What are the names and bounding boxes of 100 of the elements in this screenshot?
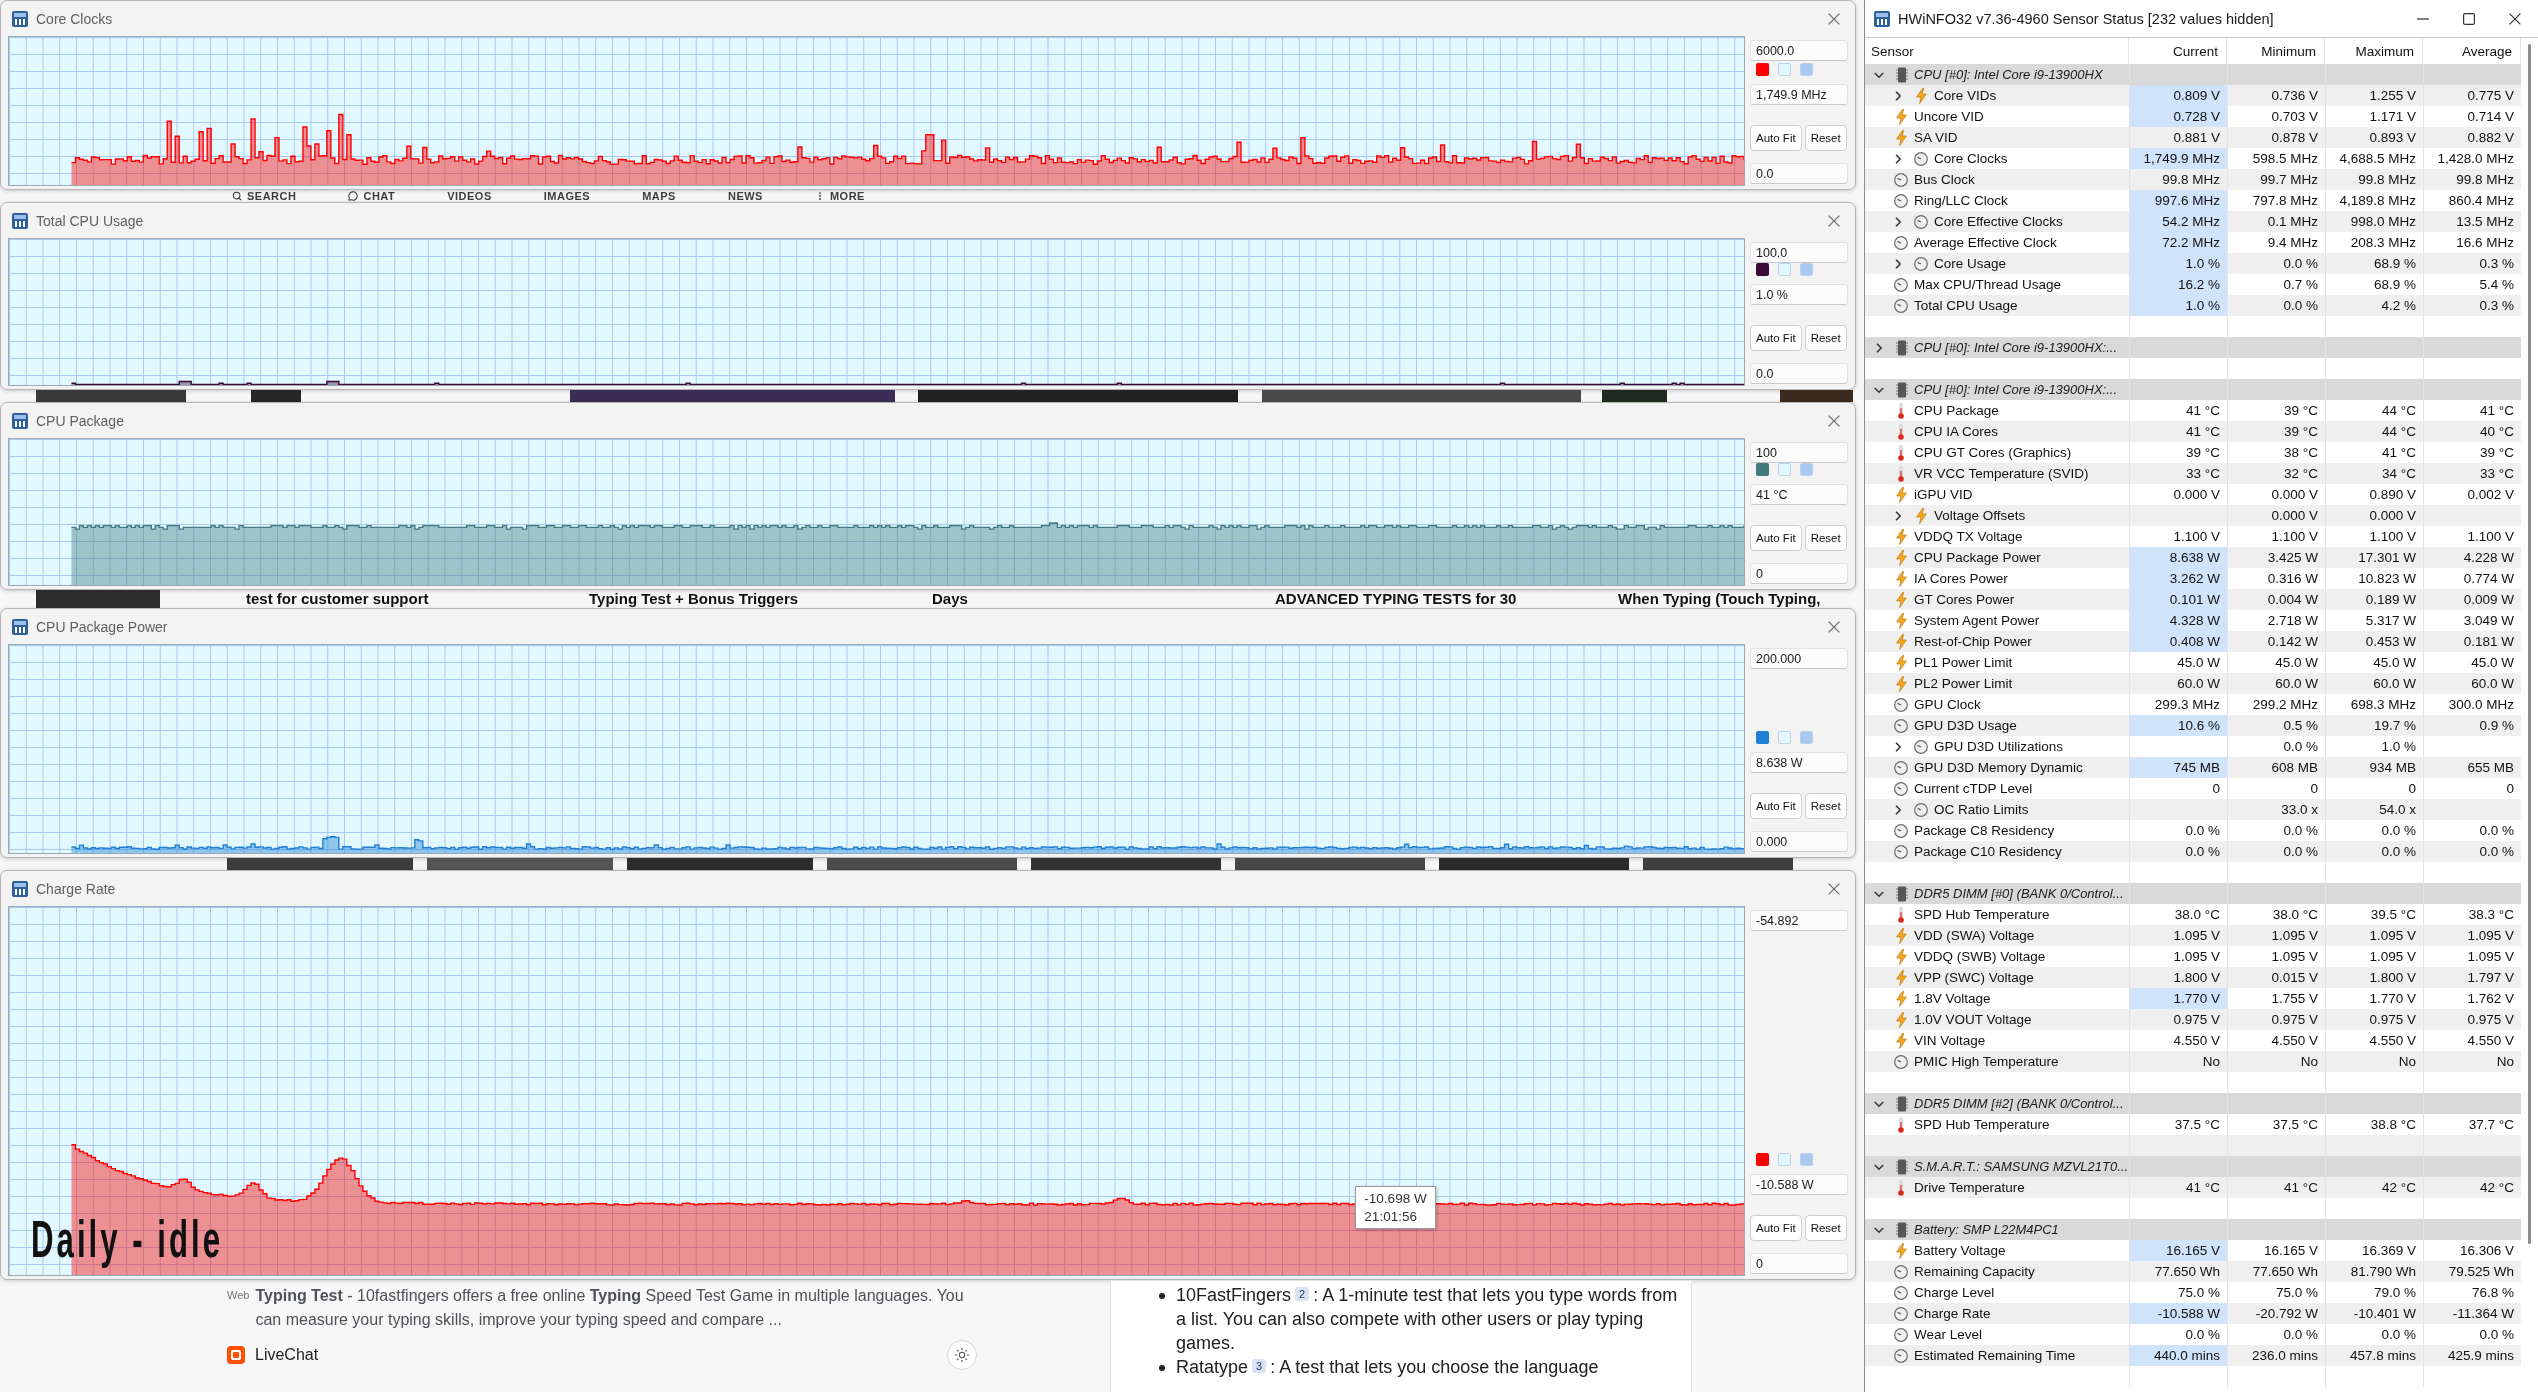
nav-tab[interactable]: MAPS bbox=[642, 190, 676, 202]
video-title[interactable]: ADVANCED TYPING TESTS for 30 bbox=[1275, 590, 1517, 608]
sensor-row[interactable]: Remaining Capacity 77.650 Wh 77.650 Wh 81.790 Wh 79.525 Wh bbox=[1865, 1261, 2521, 1282]
sensor-group-row[interactable]: CPU [#0]: Intel Core i9-13900HX:... bbox=[1865, 379, 2521, 400]
color-swatch-icon[interactable] bbox=[1800, 1153, 1813, 1166]
reset-button[interactable]: Reset bbox=[1804, 793, 1847, 819]
sensor-group-row[interactable]: CPU [#0]: Intel Core i9-13900HX:... bbox=[1865, 337, 2521, 358]
sensor-group-row[interactable]: CPU [#0]: Intel Core i9-13900HX bbox=[1865, 64, 2521, 85]
sensor-row[interactable]: Drive Temperature 41 °C 41 °C 42 °C 42 °C bbox=[1865, 1177, 2521, 1198]
sensor-row[interactable]: 1.0V VOUT Voltage 0.975 V 0.975 V 0.975 V 0.975 V bbox=[1865, 1009, 2521, 1030]
sensor-row[interactable]: Bus Clock 99.8 MHz 99.7 MHz 99.8 MHz 99.8 MHz bbox=[1865, 169, 2521, 190]
scale-max-field[interactable]: -54.892 bbox=[1750, 910, 1848, 931]
site-name-link[interactable]: LiveChat bbox=[255, 1346, 319, 1364]
reset-button[interactable]: Reset bbox=[1804, 1215, 1847, 1241]
sensor-row[interactable]: VDD (SWA) Voltage 1.095 V 1.095 V 1.095 V 1.095 V bbox=[1865, 925, 2521, 946]
video-title[interactable]: Days bbox=[932, 590, 968, 608]
scale-min-field[interactable]: 0.0 bbox=[1750, 363, 1848, 384]
sensor-row[interactable]: GPU D3D Usage 10.6 % 0.5 % 19.7 % 0.9 % bbox=[1865, 715, 2521, 736]
reset-button[interactable]: Reset bbox=[1804, 525, 1847, 551]
citation-badge[interactable]: 3 bbox=[1252, 1359, 1267, 1373]
close-icon bbox=[1828, 620, 1840, 633]
color-swatch-icon[interactable] bbox=[1756, 263, 1769, 276]
color-swatch-icon[interactable] bbox=[1778, 1153, 1791, 1166]
color-swatch-icon[interactable] bbox=[1800, 263, 1813, 276]
chevron-right-icon[interactable] bbox=[1874, 342, 1884, 353]
sensor-name: Package C8 Residency bbox=[1914, 823, 2055, 838]
color-swatch-icon[interactable] bbox=[1756, 1153, 1769, 1166]
sensor-row[interactable]: Core VIDs 0.809 V 0.736 V 1.255 V 0.775 V bbox=[1865, 85, 2521, 106]
video-title[interactable]: test for customer support bbox=[246, 590, 429, 608]
color-swatch-icon[interactable] bbox=[1800, 463, 1813, 476]
reset-button[interactable]: Reset bbox=[1804, 125, 1847, 151]
sensor-row[interactable]: GT Cores Power 0.101 W 0.004 W 0.189 W 0.009 W bbox=[1865, 589, 2521, 610]
scale-min-field[interactable]: 0.0 bbox=[1750, 163, 1848, 184]
chevron-right-icon[interactable] bbox=[1893, 90, 1903, 101]
sensor-row[interactable]: Estimated Remaining Time 440.0 mins 236.0 mins 457.8 mins 425.9 mins bbox=[1865, 1345, 2521, 1366]
sensor-row[interactable]: Charge Rate -10.588 W -20.792 W -10.401 W -11.364 W bbox=[1865, 1303, 2521, 1324]
scale-max-field[interactable]: 200.000 bbox=[1750, 648, 1848, 669]
sensor-name: VDD (SWA) Voltage bbox=[1914, 928, 2035, 943]
lightning-bolt-icon bbox=[1895, 948, 1907, 965]
sensor-row[interactable]: SA VID 0.881 V 0.878 V 0.893 V 0.882 V bbox=[1865, 127, 2521, 148]
citation-badge[interactable]: 2 bbox=[1295, 1287, 1310, 1301]
scale-min-field[interactable]: 0 bbox=[1750, 563, 1848, 584]
clock-icon bbox=[1894, 277, 1908, 292]
video-title[interactable]: Typing Test + Bonus Triggers bbox=[589, 590, 799, 608]
color-swatch-icon[interactable] bbox=[1756, 463, 1769, 476]
color-swatch-icon[interactable] bbox=[1800, 63, 1813, 76]
sensor-group-row[interactable]: DDR5 DIMM [#0] (BANK 0/Control... bbox=[1865, 883, 2521, 904]
chevron-right-icon[interactable] bbox=[1893, 258, 1903, 269]
color-swatch-icon[interactable] bbox=[1756, 63, 1769, 76]
sensor-row[interactable]: Voltage Offsets 0.000 V 0.000 V bbox=[1865, 505, 2521, 526]
sensor-group-row[interactable]: Battery: SMP L22M4PC1 bbox=[1865, 1219, 2521, 1240]
sensor-row[interactable]: Package C10 Residency 0.0 % 0.0 % 0.0 % 0.0 % bbox=[1865, 841, 2521, 862]
chevron-right-icon[interactable] bbox=[1893, 216, 1903, 227]
sensor-row[interactable]: VPP (SWC) Voltage 1.800 V 0.015 V 1.800 V 1.797 V bbox=[1865, 967, 2521, 988]
color-swatch-icon[interactable] bbox=[1800, 731, 1813, 744]
theme-toggle-button[interactable] bbox=[947, 1340, 977, 1370]
sensor-row[interactable]: PMIC High Temperature No No No No bbox=[1865, 1051, 2521, 1072]
sensor-group-row[interactable]: DDR5 DIMM [#2] (BANK 0/Control... bbox=[1865, 1093, 2521, 1114]
scale-max-field[interactable]: 100.0 bbox=[1750, 242, 1848, 263]
color-swatch-icon[interactable] bbox=[1778, 463, 1791, 476]
sensor-row[interactable]: Rest-of-Chip Power 0.408 W 0.142 W 0.453 W 0.181 W bbox=[1865, 631, 2521, 652]
color-swatch-icon[interactable] bbox=[1778, 263, 1791, 276]
auto-fit-button[interactable]: Auto Fit bbox=[1750, 125, 1802, 151]
sensor-row[interactable]: CPU Package Power 8.638 W 3.425 W 17.301 W 4.228 W bbox=[1865, 547, 2521, 568]
sensor-row[interactable]: Core Usage 1.0 % 0.0 % 68.9 % 0.3 % bbox=[1865, 253, 2521, 274]
chevron-right-icon[interactable] bbox=[1893, 510, 1903, 521]
color-swatch-icon[interactable] bbox=[1778, 63, 1791, 76]
nav-tab[interactable]: MORE bbox=[814, 190, 865, 202]
scale-min-field[interactable]: 0.000 bbox=[1750, 831, 1848, 852]
color-swatch-icon[interactable] bbox=[1778, 731, 1791, 744]
nav-tab[interactable]: NEWS bbox=[727, 190, 763, 202]
chevron-right-icon[interactable] bbox=[1893, 804, 1903, 815]
sensor-name: Estimated Remaining Time bbox=[1914, 1348, 2076, 1363]
lightning-bolt-icon bbox=[1895, 633, 1907, 650]
sensor-row[interactable]: CPU IA Cores 41 °C 39 °C 44 °C 40 °C bbox=[1865, 421, 2521, 442]
sensor-row[interactable]: GPU D3D Memory Dynamic 745 MB 608 MB 934 MB 655 MB bbox=[1865, 757, 2521, 778]
nav-tab[interactable]: CHAT bbox=[348, 190, 396, 202]
sensor-row[interactable]: Core Effective Clocks 54.2 MHz 0.1 MHz 998.0 MHz 13.5 MHz bbox=[1865, 211, 2521, 232]
scale-min-field[interactable]: 0 bbox=[1750, 1253, 1848, 1274]
scale-max-field[interactable]: 6000.0 bbox=[1750, 40, 1848, 61]
sensor-group-row[interactable]: S.M.A.R.T.: SAMSUNG MZVL21T0... bbox=[1865, 1156, 2521, 1177]
reset-button[interactable]: Reset bbox=[1804, 325, 1847, 351]
color-swatch-icon[interactable] bbox=[1756, 731, 1769, 744]
sensor-row[interactable]: Total CPU Usage 1.0 % 0.0 % 4.2 % 0.3 % bbox=[1865, 295, 2521, 316]
chevron-right-icon[interactable] bbox=[1893, 741, 1903, 752]
auto-fit-button[interactable]: Auto Fit bbox=[1750, 1215, 1802, 1241]
sensor-row[interactable]: OC Ratio Limits 33.0 x 54.0 x bbox=[1865, 799, 2521, 820]
sensor-row[interactable]: PL2 Power Limit 60.0 W 60.0 W 60.0 W 60.0 W bbox=[1865, 673, 2521, 694]
nav-tab[interactable]: SEARCH bbox=[232, 190, 297, 202]
scrollbar-thumb[interactable] bbox=[2527, 44, 2531, 1244]
auto-fit-button[interactable]: Auto Fit bbox=[1750, 525, 1802, 551]
auto-fit-button[interactable]: Auto Fit bbox=[1750, 325, 1802, 351]
sensor-name: Core Effective Clocks bbox=[1934, 214, 2063, 229]
nav-tab[interactable]: IMAGES bbox=[543, 190, 591, 202]
auto-fit-button[interactable]: Auto Fit bbox=[1750, 793, 1802, 819]
nav-tab[interactable]: VIDEOS bbox=[447, 190, 492, 202]
scale-max-field[interactable]: 100 bbox=[1750, 442, 1848, 463]
sensor-row[interactable]: VR VCC Temperature (SVID) 33 °C 32 °C 34 °C 33 °C bbox=[1865, 463, 2521, 484]
video-title[interactable]: When Typing (Touch Typing, bbox=[1618, 590, 1821, 608]
chevron-right-icon[interactable] bbox=[1893, 153, 1903, 164]
